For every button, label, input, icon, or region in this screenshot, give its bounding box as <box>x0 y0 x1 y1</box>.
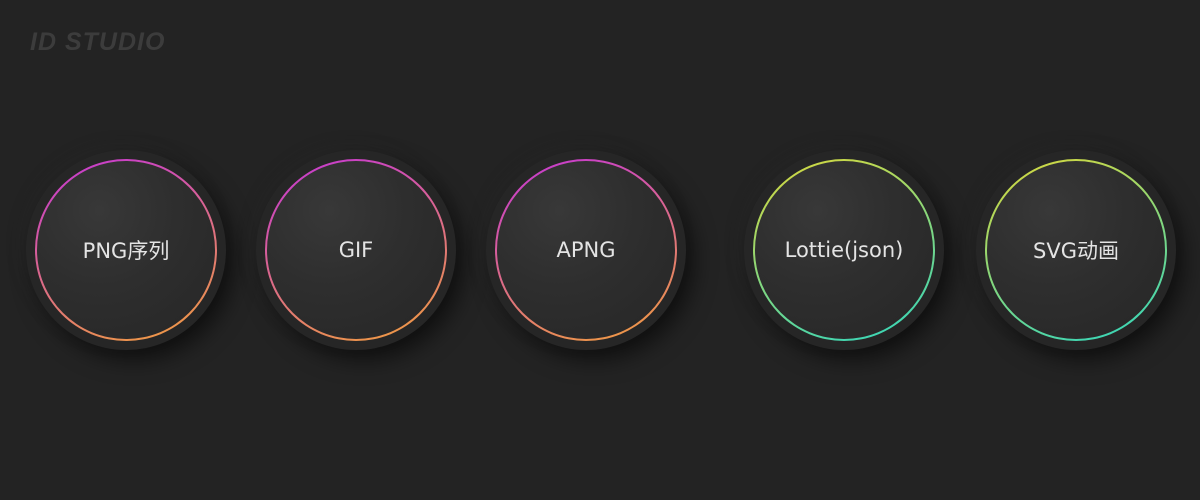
format-item-lottie[interactable]: Lottie(json) <box>744 150 944 350</box>
gradient-ring: PNG序列 <box>35 159 217 341</box>
format-label: GIF <box>338 238 374 262</box>
circle-face: GIF <box>267 161 445 339</box>
format-item-apng[interactable]: APNG <box>486 150 686 350</box>
format-item-svg-animation[interactable]: SVG动画 <box>976 150 1176 350</box>
format-label: SVG动画 <box>1033 239 1119 263</box>
gradient-ring: SVG动画 <box>985 159 1167 341</box>
circle-face: Lottie(json) <box>755 161 933 339</box>
format-item-png-sequence[interactable]: PNG序列 <box>26 150 226 350</box>
gradient-ring: APNG <box>495 159 677 341</box>
circle-face: SVG动画 <box>987 161 1165 339</box>
circle-face: PNG序列 <box>37 161 215 339</box>
format-label: APNG <box>556 238 616 262</box>
circle-face: APNG <box>497 161 675 339</box>
studio-logo: ID STUDIO <box>30 28 166 56</box>
format-label: PNG序列 <box>82 239 170 263</box>
format-item-gif[interactable]: GIF <box>256 150 456 350</box>
gradient-ring: Lottie(json) <box>753 159 935 341</box>
format-label: Lottie(json) <box>784 238 904 262</box>
gradient-ring: GIF <box>265 159 447 341</box>
